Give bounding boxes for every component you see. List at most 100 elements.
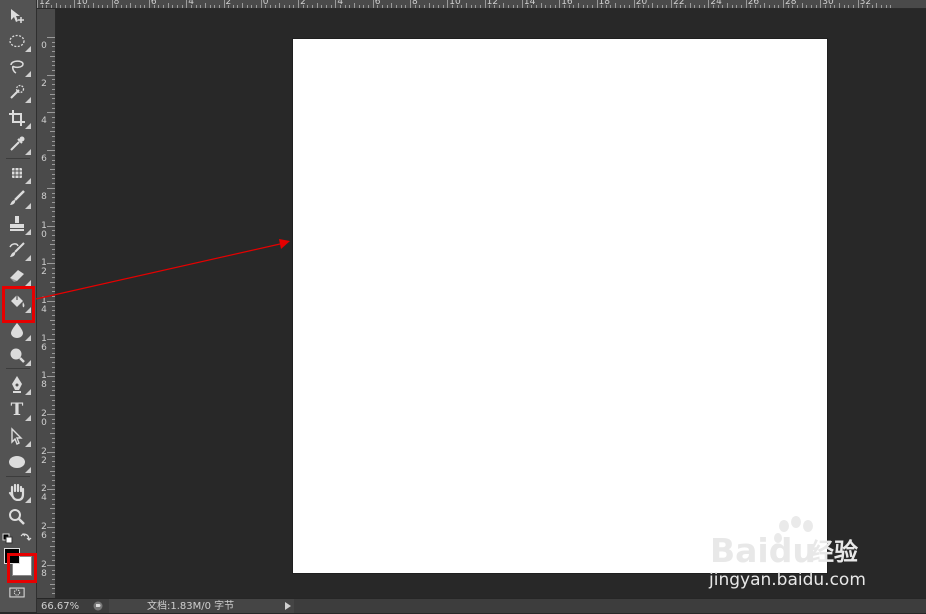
ruler-tick bbox=[52, 202, 55, 203]
type-tool[interactable]: T bbox=[5, 398, 29, 422]
ruler-left-label: 22 bbox=[40, 448, 48, 466]
ruler-tick bbox=[52, 541, 55, 542]
ruler-tick bbox=[52, 390, 55, 391]
ruler-tick bbox=[52, 46, 55, 47]
eyedropper-tool[interactable] bbox=[5, 132, 29, 156]
ruler-tick bbox=[610, 5, 611, 8]
ruler-tick bbox=[284, 5, 285, 8]
ellipse-tool[interactable] bbox=[5, 450, 29, 474]
ruler-tick bbox=[848, 5, 849, 8]
ruler-tick bbox=[52, 258, 55, 259]
ruler-tick bbox=[522, 0, 523, 8]
ruler-tick bbox=[47, 301, 55, 302]
swap-colors-icon[interactable] bbox=[21, 534, 31, 540]
ruler-tick bbox=[50, 320, 55, 321]
zoom-tool[interactable] bbox=[5, 505, 29, 529]
blur-tool[interactable] bbox=[5, 318, 29, 342]
document-status-icon[interactable] bbox=[93, 601, 103, 611]
submenu-indicator bbox=[25, 123, 31, 129]
watermark-url: jingyan.baidu.com bbox=[708, 570, 866, 590]
status-menu-arrow-icon[interactable] bbox=[285, 602, 291, 610]
lasso-tool[interactable] bbox=[5, 54, 29, 78]
ruler-tick bbox=[862, 5, 863, 8]
ruler-tick bbox=[657, 5, 658, 8]
ruler-tick bbox=[485, 0, 486, 8]
ruler-tick bbox=[52, 164, 55, 165]
brush-tool[interactable] bbox=[5, 186, 29, 210]
clone-stamp-tool[interactable] bbox=[5, 212, 29, 236]
ruler-tick bbox=[52, 409, 55, 410]
ruler-tick bbox=[52, 494, 55, 495]
ruler-tick bbox=[52, 419, 55, 420]
ruler-tick bbox=[52, 579, 55, 580]
ruler-tick bbox=[881, 5, 882, 8]
marquee-tool[interactable] bbox=[5, 29, 29, 53]
ruler-tick bbox=[52, 51, 55, 52]
ruler-tick bbox=[52, 174, 55, 175]
ruler-tick bbox=[191, 5, 192, 8]
eraser-tool[interactable] bbox=[5, 263, 29, 287]
ruler-tick bbox=[52, 532, 55, 533]
ruler-tick bbox=[265, 5, 266, 8]
ruler-tick bbox=[685, 5, 686, 8]
default-colors-icon[interactable] bbox=[3, 534, 12, 543]
ruler-tick bbox=[261, 0, 262, 8]
ruler-tick bbox=[569, 5, 570, 8]
ruler-tick bbox=[52, 447, 55, 448]
ruler-tick bbox=[50, 169, 55, 170]
horizontal-ruler[interactable]: 1210864202468101214161820222426283032 bbox=[37, 0, 926, 9]
document-canvas[interactable] bbox=[293, 39, 827, 573]
ruler-tick bbox=[93, 3, 94, 8]
pen-tool[interactable] bbox=[5, 372, 29, 396]
crop-tool[interactable] bbox=[5, 106, 29, 130]
ruler-tick bbox=[242, 3, 243, 8]
ruler-tick bbox=[52, 117, 55, 118]
ruler-tick bbox=[587, 5, 588, 8]
quick-selection-tool[interactable] bbox=[5, 80, 29, 104]
ruler-tick bbox=[452, 5, 453, 8]
ruler-tick bbox=[527, 5, 528, 8]
ruler-tick bbox=[340, 5, 341, 8]
ruler-tick bbox=[816, 5, 817, 8]
ruler-tick bbox=[163, 5, 164, 8]
ruler-tick bbox=[401, 5, 402, 8]
path-selection-icon bbox=[8, 427, 26, 445]
ruler-tick bbox=[52, 329, 55, 330]
ruler-tick bbox=[52, 466, 55, 467]
ruler-tick bbox=[47, 376, 55, 377]
ruler-tick bbox=[88, 5, 89, 8]
dodge-tool[interactable] bbox=[5, 343, 29, 367]
submenu-indicator bbox=[25, 415, 31, 421]
ruler-tick bbox=[126, 5, 127, 8]
ruler-tick bbox=[52, 193, 55, 194]
path-selection-tool[interactable] bbox=[5, 424, 29, 448]
vertical-ruler[interactable]: 0246810121416182022242628 bbox=[37, 9, 56, 598]
ruler-tick bbox=[47, 226, 55, 227]
brush-icon bbox=[8, 189, 26, 207]
ruler-tick bbox=[345, 5, 346, 8]
ruler-tick bbox=[52, 405, 55, 406]
ruler-tick bbox=[50, 357, 55, 358]
move-tool[interactable] bbox=[5, 4, 29, 28]
ruler-tick bbox=[405, 5, 406, 8]
ruler-tick bbox=[788, 5, 789, 8]
hand-tool[interactable] bbox=[5, 480, 29, 504]
ruler-tick bbox=[461, 5, 462, 8]
ruler-tick bbox=[52, 513, 55, 514]
healing-tool[interactable] bbox=[5, 161, 29, 185]
ruler-tick bbox=[52, 306, 55, 307]
quick-mask-button[interactable] bbox=[5, 586, 29, 598]
ruler-tick bbox=[359, 5, 360, 8]
ruler-tick bbox=[52, 400, 55, 401]
ruler-tick bbox=[648, 5, 649, 8]
history-brush-tool[interactable] bbox=[5, 238, 29, 262]
ruler-tick bbox=[662, 5, 663, 8]
ruler-tick bbox=[219, 5, 220, 8]
ruler-tick bbox=[443, 5, 444, 8]
ruler-tick bbox=[52, 221, 55, 222]
ruler-tick bbox=[154, 5, 155, 8]
ruler-tick bbox=[177, 5, 178, 8]
ruler-tick bbox=[52, 65, 55, 66]
ruler-tick bbox=[489, 5, 490, 8]
ruler-tick bbox=[349, 5, 350, 8]
